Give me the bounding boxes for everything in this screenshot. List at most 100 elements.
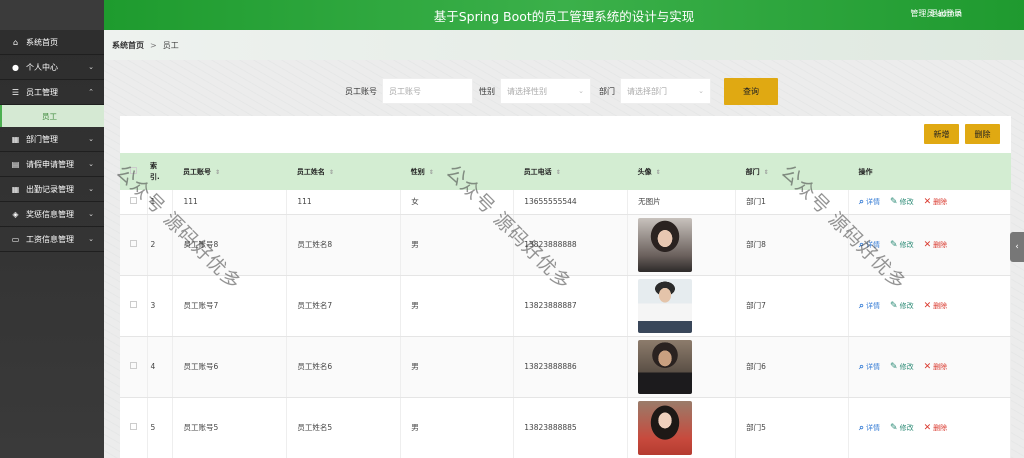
detail-label: 详情 — [866, 362, 881, 371]
column-header-name[interactable]: 员工姓名 ⇕ — [287, 153, 401, 190]
row-checkbox[interactable] — [130, 362, 137, 369]
pencil-icon: ✎ — [890, 239, 898, 250]
cell-name: 111 — [286, 190, 402, 215]
cell-avatar — [627, 336, 737, 398]
top-header: 基于Spring Boot的员工管理系统的设计与实现 管理员 admin — [104, 0, 1024, 30]
column-header-actions: 操作 — [849, 153, 1011, 190]
column-header-avatar[interactable]: 头像 ⇕ — [628, 153, 736, 190]
app-title: 基于Spring Boot的员工管理系统的设计与实现 — [433, 9, 695, 24]
row-checkbox[interactable] — [130, 197, 137, 205]
table-panel: 新增 删除 索 引. 员工账号 ⇕ 员工姓名 ⇕ 性别 ⇕ 员工电话 ⇕ 头像 ⇕ 部门 ⇕… — [120, 116, 1011, 458]
row-select-cell[interactable] — [120, 275, 149, 337]
close-icon: ✕ — [923, 239, 932, 250]
cell-account: 员工账号8 — [172, 214, 288, 276]
pencil-icon: ✎ — [890, 361, 898, 372]
delete-label: 删除 — [933, 240, 948, 249]
row-select-cell[interactable] — [120, 190, 149, 215]
edit-button[interactable]: ✎ 修改 — [890, 240, 914, 250]
sort-icon: ⇕ — [655, 168, 661, 176]
cell-account: 员工账号7 — [172, 275, 288, 337]
search-bar: 员工账号 员工账号 性别 请选择性别 ⌄ 部门 请选择部门 ⌄ 查询 — [345, 77, 778, 105]
cell-gender: 男 — [400, 336, 515, 398]
cell-dept: 部门5 — [735, 397, 849, 458]
detail-button[interactable]: ⌕ 详情 — [859, 423, 880, 433]
row-checkbox[interactable] — [130, 301, 137, 308]
edit-button[interactable]: ✎ 修改 — [890, 301, 914, 311]
cell-phone: 13655555544 — [513, 190, 629, 215]
collapse-tab-icon[interactable]: ‹ — [1010, 232, 1024, 262]
edit-button[interactable]: ✎ 修改 — [890, 423, 914, 433]
avatar-image — [638, 339, 693, 394]
delete-button[interactable]: ✕ 删除 — [924, 423, 948, 433]
delete-button[interactable]: ✕ 删除 — [924, 197, 948, 207]
delete-button[interactable]: ✕ 删除 — [924, 240, 948, 250]
query-button[interactable]: 查询 — [724, 77, 778, 105]
column-header-gender[interactable]: 性别 ⇕ — [401, 153, 514, 190]
breadcrumb-home[interactable]: 系统首页 — [112, 40, 144, 51]
cell-avatar — [627, 397, 737, 458]
close-icon: ✕ — [923, 300, 932, 311]
cell-index: 1 — [147, 190, 174, 215]
sort-icon: ⇕ — [555, 168, 561, 176]
detail-button[interactable]: ⌕ 详情 — [859, 240, 880, 250]
pencil-icon: ✎ — [890, 422, 898, 433]
row-select-cell[interactable] — [120, 397, 149, 458]
avatar-image — [638, 217, 693, 272]
sidebar-subitem-employee[interactable]: 员工 — [0, 105, 104, 127]
sidebar-item-profile[interactable]: ● 个人中心 ⌄ — [0, 55, 104, 80]
edit-button[interactable]: ✎ 修改 — [890, 362, 914, 372]
gender-select[interactable]: 请选择性别 ⌄ — [500, 78, 591, 104]
detail-button[interactable]: ⌕ 详情 — [859, 301, 880, 311]
close-icon: ✕ — [923, 196, 932, 207]
column-header-dept[interactable]: 部门 ⇕ — [736, 153, 849, 190]
cell-account: 111 — [172, 190, 288, 215]
account-search-input[interactable]: 员工账号 — [382, 78, 473, 104]
delete-label: 删除 — [933, 362, 948, 371]
select-all-checkbox[interactable] — [130, 167, 137, 174]
cell-gender: 男 — [400, 275, 515, 337]
delete-button[interactable]: ✕ 删除 — [924, 301, 948, 311]
row-checkbox[interactable] — [130, 423, 137, 430]
sidebar-item-reward[interactable]: ◈ 奖惩信息管理 ⌄ — [0, 202, 104, 227]
column-header-account[interactable]: 员工账号 ⇕ — [173, 153, 287, 190]
sidebar-item-label: 个人中心 — [26, 62, 58, 72]
cell-gender: 男 — [400, 397, 515, 458]
detail-label: 详情 — [866, 197, 881, 206]
delete-label: 删除 — [933, 197, 948, 206]
edit-button[interactable]: ✎ 修改 — [890, 197, 914, 207]
logout-link[interactable]: 退出登录 — [930, 8, 962, 19]
sidebar-item-employee[interactable]: ☰ 员工管理 ⌃ — [0, 80, 104, 105]
sidebar-item-department[interactable]: ▦ 部门管理 ⌄ — [0, 127, 104, 152]
cell-avatar — [627, 275, 737, 337]
detail-button[interactable]: ⌕ 详情 — [859, 197, 880, 207]
pencil-icon: ✎ — [890, 196, 898, 207]
sidebar-item-salary[interactable]: ▭ 工资信息管理 ⌄ — [0, 227, 104, 252]
delete-button[interactable]: ✕ 删除 — [924, 362, 948, 372]
batch-delete-button[interactable]: 删除 — [965, 124, 1000, 144]
account-label: 员工账号 — [345, 86, 377, 96]
sidebar: ⌂ 系统首页 ● 个人中心 ⌄ ☰ 员工管理 ⌃ 员工 ▦ 部门管理 ⌄ ▤ 请… — [0, 0, 104, 458]
dept-select-placeholder: 请选择部门 — [627, 86, 667, 96]
index-header-text: 索 引. — [149, 161, 160, 181]
dept-label: 部门 — [599, 86, 615, 96]
grid-icon: ▦ — [11, 134, 20, 144]
column-header-label: 部门 — [745, 167, 760, 176]
sidebar-item-home[interactable]: ⌂ 系统首页 — [0, 30, 104, 55]
dept-select[interactable]: 请选择部门 ⌄ — [620, 78, 711, 104]
search-icon: ⌕ — [859, 361, 865, 372]
employee-table: 索 引. 员工账号 ⇕ 员工姓名 ⇕ 性别 ⇕ 员工电话 ⇕ 头像 ⇕ 部门 ⇕ 操作 1 … — [120, 153, 1011, 458]
detail-button[interactable]: ⌕ 详情 — [859, 362, 880, 372]
sidebar-item-attendance[interactable]: ▦ 出勤记录管理 ⌄ — [0, 177, 104, 202]
sidebar-item-leave[interactable]: ▤ 请假申请管理 ⌄ — [0, 152, 104, 177]
gender-label: 性别 — [479, 86, 495, 96]
cell-actions: ⌕ 详情 ✎ 修改 ✕ 删除 — [848, 190, 1011, 215]
add-button[interactable]: 新增 — [924, 124, 959, 144]
row-select-cell[interactable] — [120, 336, 149, 398]
select-all-header[interactable] — [120, 153, 148, 190]
row-select-cell[interactable] — [120, 214, 149, 276]
table-row: 5 员工账号5 员工姓名5 男 13823888885 部门5 ⌕ 详情 ✎ 修改 … — [120, 397, 1011, 458]
column-header-phone[interactable]: 员工电话 ⇕ — [514, 153, 628, 190]
column-header-label: 性别 — [410, 167, 425, 176]
breadcrumb: 系统首页 > 员工 — [104, 30, 1024, 60]
row-checkbox[interactable] — [130, 240, 137, 247]
